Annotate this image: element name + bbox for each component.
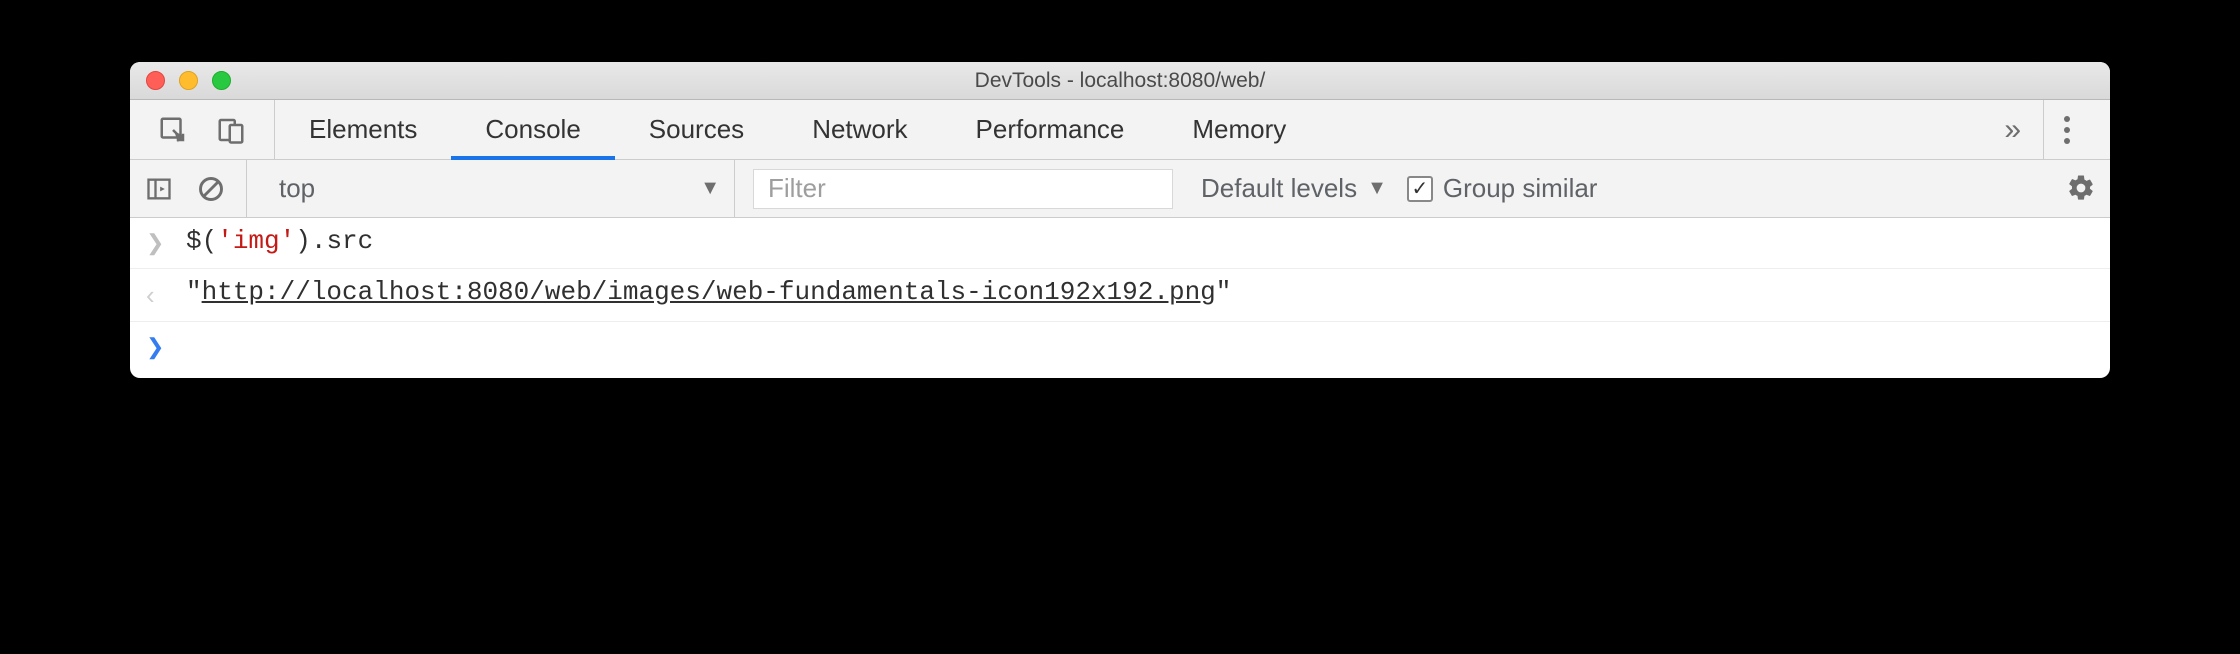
inspect-element-icon[interactable] — [156, 113, 190, 147]
chevron-down-icon: ▼ — [1367, 177, 1387, 200]
chevron-down-icon: ▼ — [700, 177, 720, 200]
tab-memory[interactable]: Memory — [1158, 100, 1320, 159]
window-controls — [130, 71, 231, 90]
settings-menu-button[interactable] — [2044, 116, 2090, 144]
group-similar-toggle[interactable]: Group similar — [1407, 173, 1598, 204]
tab-elements[interactable]: Elements — [275, 100, 451, 159]
window-title: DevTools - localhost:8080/web/ — [130, 69, 2110, 93]
execution-context-select[interactable]: top ▼ — [265, 160, 735, 217]
panel-tabbar: Elements Console Sources Network Perform… — [130, 100, 2110, 160]
input-chevron-icon — [146, 226, 168, 260]
log-levels-label: Default levels — [1201, 173, 1357, 204]
device-toolbar-icon[interactable] — [214, 113, 248, 147]
checkbox-icon — [1407, 176, 1433, 202]
output-chevron-icon — [146, 277, 168, 314]
zoom-window-button[interactable] — [212, 71, 231, 90]
log-levels-select[interactable]: Default levels ▼ — [1201, 173, 1387, 204]
console-toolbar: top ▼ Default levels ▼ Group similar — [130, 160, 2110, 218]
minimize-window-button[interactable] — [179, 71, 198, 90]
toggle-console-sidebar-icon[interactable] — [142, 172, 176, 206]
console-filter-input[interactable] — [753, 169, 1173, 209]
console-output: $('img').src "http://localhost:8080/web/… — [130, 218, 2110, 378]
overflow-tabs-button[interactable]: » — [1982, 100, 2044, 159]
tab-performance[interactable]: Performance — [942, 100, 1159, 159]
close-window-button[interactable] — [146, 71, 165, 90]
console-settings-icon[interactable] — [2066, 173, 2098, 205]
console-prompt-row[interactable] — [130, 322, 2110, 378]
tab-sources[interactable]: Sources — [615, 100, 778, 159]
console-entry-input: $('img').src — [130, 218, 2110, 269]
panel-tabs: Elements Console Sources Network Perform… — [275, 100, 1320, 159]
console-entry-output: "http://localhost:8080/web/images/web-fu… — [130, 269, 2110, 323]
window-titlebar: DevTools - localhost:8080/web/ — [130, 62, 2110, 100]
tab-console[interactable]: Console — [451, 100, 614, 159]
console-output-link[interactable]: http://localhost:8080/web/images/web-fun… — [202, 277, 1216, 307]
prompt-chevron-icon — [146, 330, 168, 364]
execution-context-value: top — [279, 173, 315, 204]
group-similar-label: Group similar — [1443, 173, 1598, 204]
tab-network[interactable]: Network — [778, 100, 941, 159]
inspect-tools-group — [130, 100, 275, 159]
devtools-window: DevTools - localhost:8080/web/ Elements … — [130, 62, 2110, 378]
clear-console-icon[interactable] — [194, 172, 228, 206]
console-output-value: "http://localhost:8080/web/images/web-fu… — [186, 277, 1231, 307]
console-input-code: $('img').src — [186, 226, 373, 256]
